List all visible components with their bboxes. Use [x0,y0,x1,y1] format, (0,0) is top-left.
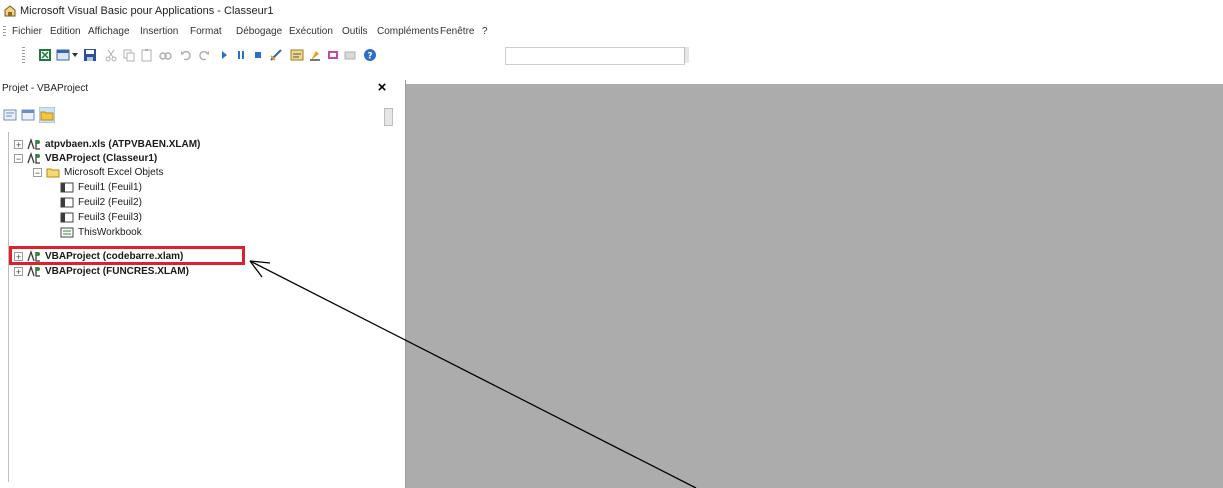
toolbar-overflow-grip[interactable] [684,47,689,63]
svg-text:?: ? [367,52,372,62]
menubar-grip[interactable] [3,26,6,38]
tree-node-feuil1[interactable]: Feuil1 (Feuil1) [60,180,142,194]
project-explorer-icon[interactable] [289,47,305,63]
menu-fichier[interactable]: Fichier [12,26,42,37]
menu-format[interactable]: Format [190,26,222,37]
pane-toolbar-grip[interactable] [384,108,393,126]
view-object-icon[interactable] [21,108,35,122]
tree-label: VBAProject (FUNCRES.XLAM) [45,265,189,277]
copy-icon[interactable] [121,47,137,63]
tree-node-feuil2[interactable]: Feuil2 (Feuil2) [60,195,142,209]
insert-userform-icon[interactable] [55,47,71,63]
tree-label: Feuil1 (Feuil1) [78,181,142,193]
vba-project-icon [27,138,40,150]
window-title: Microsoft Visual Basic pour Applications… [20,5,274,17]
tree-label: VBAProject (Classeur1) [45,152,158,164]
insert-dropdown-chevron-icon[interactable] [71,47,79,63]
collapse-minus-icon[interactable]: − [33,167,42,177]
code-area-top-border [406,80,1223,84]
tree-label: ThisWorkbook [78,226,142,238]
tree-label: Feuil2 (Feuil2) [78,196,142,208]
menu-affichage[interactable]: Affichage [88,26,130,37]
menu-help[interactable]: ? [482,26,488,37]
tree-node-excel-objects[interactable]: − Microsoft Excel Objets [33,165,163,179]
pause-icon[interactable] [233,47,249,63]
undo-icon[interactable] [178,47,194,63]
expand-plus-icon[interactable]: + [14,139,23,149]
expand-plus-icon[interactable]: + [14,266,23,276]
project-explorer-toolbar [0,106,405,126]
highlight-box [9,246,245,265]
vba-app-icon [4,5,16,17]
menu-fenetre[interactable]: Fenêtre [440,26,474,37]
tree-label: Microsoft Excel Objets [64,166,164,178]
menu-execution[interactable]: Exécution [289,26,333,37]
view-code-icon[interactable] [3,108,17,122]
tree-label: Feuil3 (Feuil3) [78,211,142,223]
vba-project-icon [27,265,40,277]
save-icon[interactable] [82,47,98,63]
find-icon[interactable] [157,47,173,63]
reset-icon[interactable] [250,47,266,63]
title-bar: Microsoft Visual Basic pour Applications… [0,0,1223,22]
tree-node-vbaproject-funcres[interactable]: + VBAProject (FUNCRES.XLAM) [14,264,189,278]
redo-icon[interactable] [196,47,212,63]
vba-project-icon [27,152,40,164]
worksheet-icon [60,212,74,222]
menu-bar: Fichier Edition Affichage Insertion Form… [0,22,1223,42]
cursor-position-box [505,47,685,65]
menu-debogage[interactable]: Débogage [236,26,282,37]
workbook-icon [60,227,74,237]
worksheet-icon [60,197,74,207]
tree-label: atpvbaen.xls (ATPVBAEN.XLAM) [45,138,201,150]
paste-icon[interactable] [139,47,155,63]
menu-complements[interactable]: Compléments [377,26,439,37]
worksheet-icon [60,182,74,192]
collapse-minus-icon[interactable]: − [14,153,23,163]
project-explorer-header: Projet - VBAProject × [0,80,405,98]
project-explorer-title: Projet - VBAProject [2,83,89,94]
menu-outils[interactable]: Outils [342,26,368,37]
run-icon[interactable] [216,47,232,63]
tree-node-atpvbaen[interactable]: + atpvbaen.xls (ATPVBAEN.XLAM) [14,137,200,151]
toolbox-icon[interactable] [342,47,358,63]
design-mode-icon[interactable] [268,47,284,63]
close-pane-button[interactable]: × [374,80,390,96]
code-window-area[interactable] [406,80,1223,488]
toggle-folders-icon[interactable] [39,107,55,123]
toolbar-grip[interactable] [22,47,25,63]
standard-toolbar: ? [0,44,700,66]
view-excel-icon[interactable] [37,47,53,63]
tree-node-feuil3[interactable]: Feuil3 (Feuil3) [60,210,142,224]
object-browser-icon[interactable] [325,47,341,63]
folder-icon [46,168,60,177]
menu-edition[interactable]: Edition [50,26,81,37]
help-icon[interactable]: ? [362,47,378,63]
cut-icon[interactable] [103,47,119,63]
menu-insertion[interactable]: Insertion [140,26,178,37]
properties-window-icon[interactable] [307,47,323,63]
tree-node-vbaproject-classeur1[interactable]: − VBAProject (Classeur1) [14,151,157,165]
tree-node-thisworkbook[interactable]: ThisWorkbook [60,226,142,238]
